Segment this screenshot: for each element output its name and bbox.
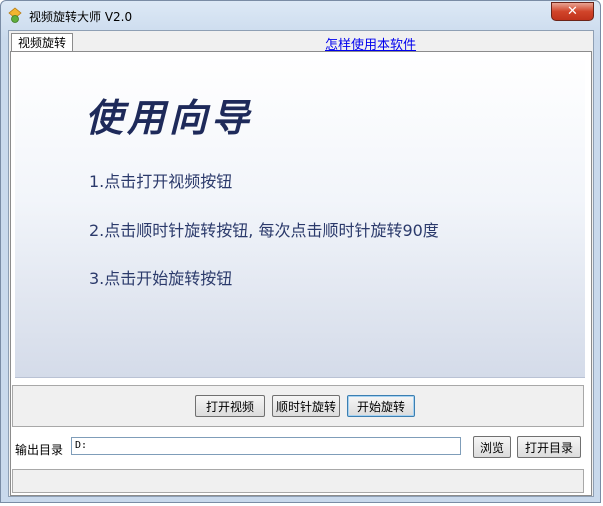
rotate-clockwise-button[interactable]: 顺时针旋转 [272,395,340,417]
title-bar[interactable]: 视频旋转大师 V2.0 ✕ [1,1,600,29]
status-bar [12,469,584,493]
app-logo-icon [7,7,23,23]
open-dir-button[interactable]: 打开目录 [517,436,581,458]
tab-video-rotate[interactable]: 视频旋转 [11,33,74,52]
close-icon: ✕ [567,4,578,19]
guide-panel: 使用向导 1.点击打开视频按钮 2.点击顺时针旋转按钮, 每次点击顺时针旋转90… [15,55,585,378]
open-video-button[interactable]: 打开视频 [195,395,265,417]
close-button[interactable]: ✕ [551,2,594,21]
tab-panel: 使用向导 1.点击打开视频按钮 2.点击顺时针旋转按钮, 每次点击顺时针旋转90… [10,51,592,496]
action-group: 打开视频 顺时针旋转 开始旋转 [12,385,584,427]
app-window: 视频旋转大师 V2.0 ✕ 视频旋转 怎样使用本软件 使用向导 1.点击打开视频… [0,0,601,503]
output-dir-input[interactable]: D: [71,437,461,455]
guide-step-1: 1.点击打开视频按钮 [89,172,233,191]
window-title: 视频旋转大师 V2.0 [29,10,133,24]
guide-step-2: 2.点击顺时针旋转按钮, 每次点击顺时针旋转90度 [89,221,439,240]
start-rotate-button[interactable]: 开始旋转 [347,395,415,417]
output-dir-label: 输出目录 [15,443,64,457]
client-area: 视频旋转 怎样使用本软件 使用向导 1.点击打开视频按钮 2.点击顺时针旋转按钮… [8,30,594,497]
guide-title: 使用向导 [85,95,254,140]
guide-step-3: 3.点击开始旋转按钮 [89,269,233,288]
browse-button[interactable]: 浏览 [473,436,511,458]
